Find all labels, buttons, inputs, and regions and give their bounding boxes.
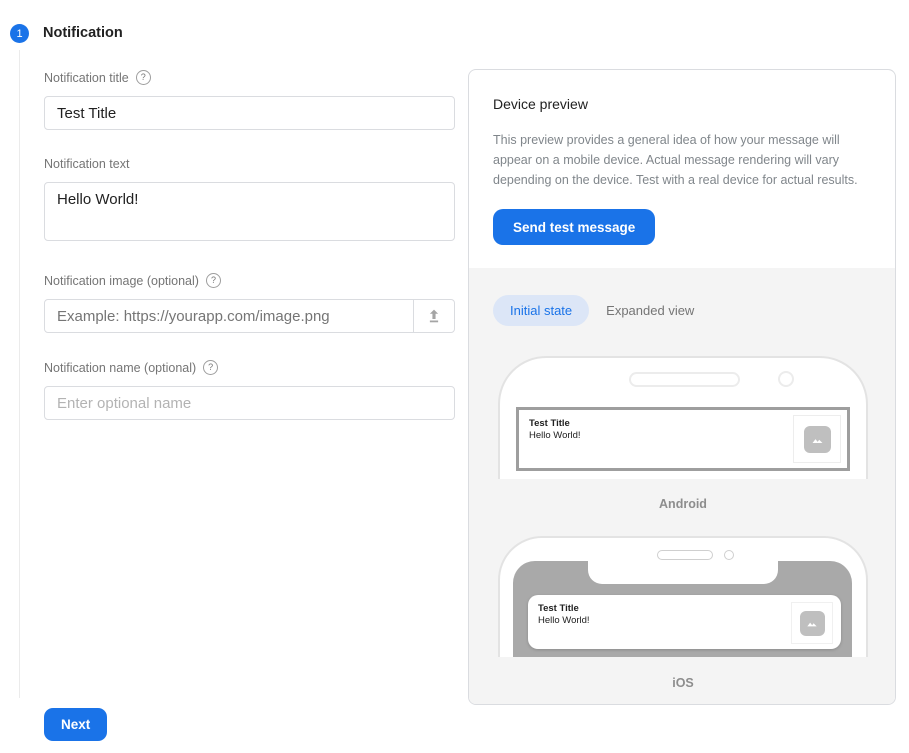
notification-text-label: Notification text [44, 157, 455, 171]
notification-form: Notification title ? Notification text H… [44, 70, 455, 420]
android-speaker [629, 372, 740, 387]
ios-platform-label: iOS [498, 676, 868, 690]
android-phone-frame: Test Title Hello World! [498, 356, 868, 479]
android-image-placeholder [793, 415, 841, 463]
notification-composer-page: 1 Notification Notification title ? Noti… [0, 0, 909, 753]
image-icon [804, 615, 820, 631]
notification-name-label: Notification name (optional) ? [44, 360, 455, 375]
ios-notification-title: Test Title [538, 603, 831, 615]
step-title: Notification [43, 25, 123, 41]
stepper-connector-line [19, 50, 20, 698]
notification-image-input-group [44, 299, 455, 333]
android-camera [778, 371, 794, 387]
ios-image-placeholder [791, 602, 833, 644]
notification-name-label-text: Notification name (optional) [44, 361, 196, 375]
notification-title-input[interactable] [44, 96, 455, 130]
notification-image-label: Notification image (optional) ? [44, 273, 455, 288]
image-icon [809, 431, 826, 448]
notification-name-input[interactable] [44, 386, 455, 420]
tab-expanded-view[interactable]: Expanded view [606, 303, 694, 318]
device-preview-header: Device preview This preview provides a g… [469, 70, 895, 245]
notification-image-label-text: Notification image (optional) [44, 274, 199, 288]
next-button[interactable]: Next [44, 708, 107, 741]
ios-camera [724, 550, 734, 560]
ios-notification-text: Hello World! [538, 615, 831, 627]
notification-title-label-text: Notification title [44, 71, 129, 85]
upload-image-button[interactable] [413, 300, 454, 332]
ios-notification-card: Test Title Hello World! [528, 595, 841, 649]
send-test-message-button[interactable]: Send test message [493, 209, 655, 245]
device-preview-description: This preview provides a general idea of … [493, 131, 879, 190]
preview-state-tabs: Initial state Expanded view [493, 295, 895, 326]
android-notification-title: Test Title [529, 418, 837, 430]
notification-text-input[interactable]: Hello World! [44, 182, 455, 241]
ios-phone-frame: Test Title Hello World! [498, 536, 868, 657]
help-icon[interactable]: ? [206, 273, 221, 288]
device-preview-title: Device preview [493, 96, 871, 112]
device-preview-card: Device preview This preview provides a g… [468, 69, 896, 705]
ios-screen: Test Title Hello World! [513, 561, 852, 657]
ios-phone-preview: Test Title Hello World! [498, 536, 868, 657]
notification-image-url-input[interactable] [45, 300, 413, 332]
android-notification-card: Test Title Hello World! [516, 407, 850, 471]
android-notification-text: Hello World! [529, 430, 837, 442]
help-icon[interactable]: ? [136, 70, 151, 85]
ios-notch [588, 561, 778, 584]
tab-initial-state[interactable]: Initial state [493, 295, 589, 326]
upload-icon [425, 307, 443, 325]
android-phone-preview: Test Title Hello World! [498, 356, 868, 479]
android-platform-label: Android [498, 497, 868, 511]
help-icon[interactable]: ? [203, 360, 218, 375]
notification-title-label: Notification title ? [44, 70, 455, 85]
step-number-badge: 1 [10, 24, 29, 43]
ios-speaker [657, 550, 713, 560]
notification-text-label-text: Notification text [44, 157, 129, 171]
